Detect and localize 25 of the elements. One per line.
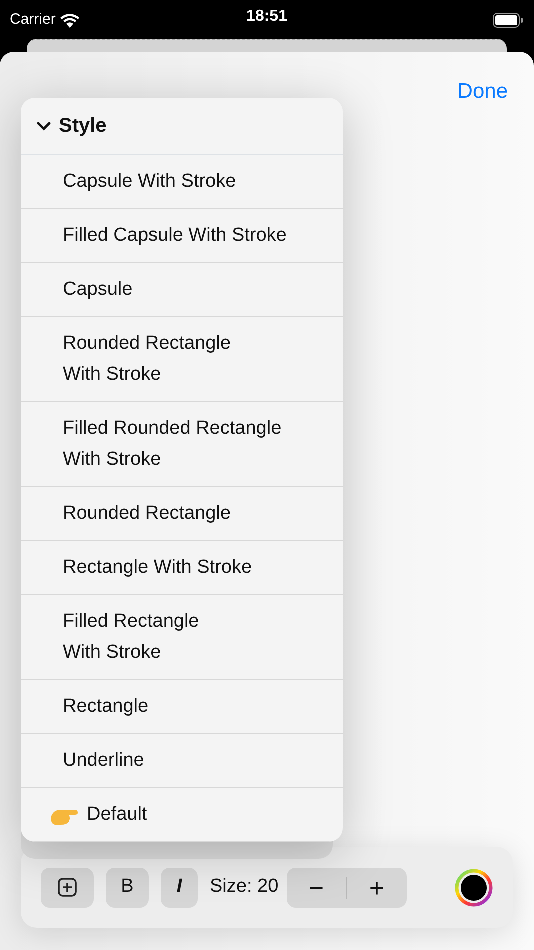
menu-item[interactable]: Rounded Rectangle With Stroke [21,317,343,402]
menu-item[interactable]: Filled Rectangle With Stroke [21,595,343,680]
bold-button[interactable]: B [106,868,149,908]
style-menu-header[interactable]: Style [21,98,343,155]
carrier-label: Carrier [10,10,56,30]
chevron-down-icon [37,122,51,130]
clock-time: 18:51 [246,7,288,27]
menu-item[interactable]: Filled Capsule With Stroke [21,209,343,263]
menu-item[interactable]: Capsule [21,263,343,317]
done-button[interactable]: Done [458,76,508,108]
menu-item[interactable]: Underline [21,734,343,788]
menu-item[interactable]: Filled Rounded Rectangle With Stroke [21,402,343,487]
wifi-icon [60,12,80,28]
menu-item[interactable]: Rectangle With Stroke [21,541,343,595]
italic-button[interactable]: I [161,868,198,908]
insert-button[interactable] [41,868,94,908]
menu-item[interactable]: Capsule With Stroke [21,155,343,209]
size-label: Size: 20 [210,875,279,900]
color-picker-icon[interactable] [455,868,493,906]
battery-icon [493,12,524,28]
menu-item[interactable]: Rounded Rectangle [21,487,343,541]
increase-button[interactable]: + [347,868,407,908]
menu-item[interactable]: Rectangle [21,680,343,734]
plus-square-icon [58,878,77,897]
decrease-button[interactable]: − [286,868,346,908]
